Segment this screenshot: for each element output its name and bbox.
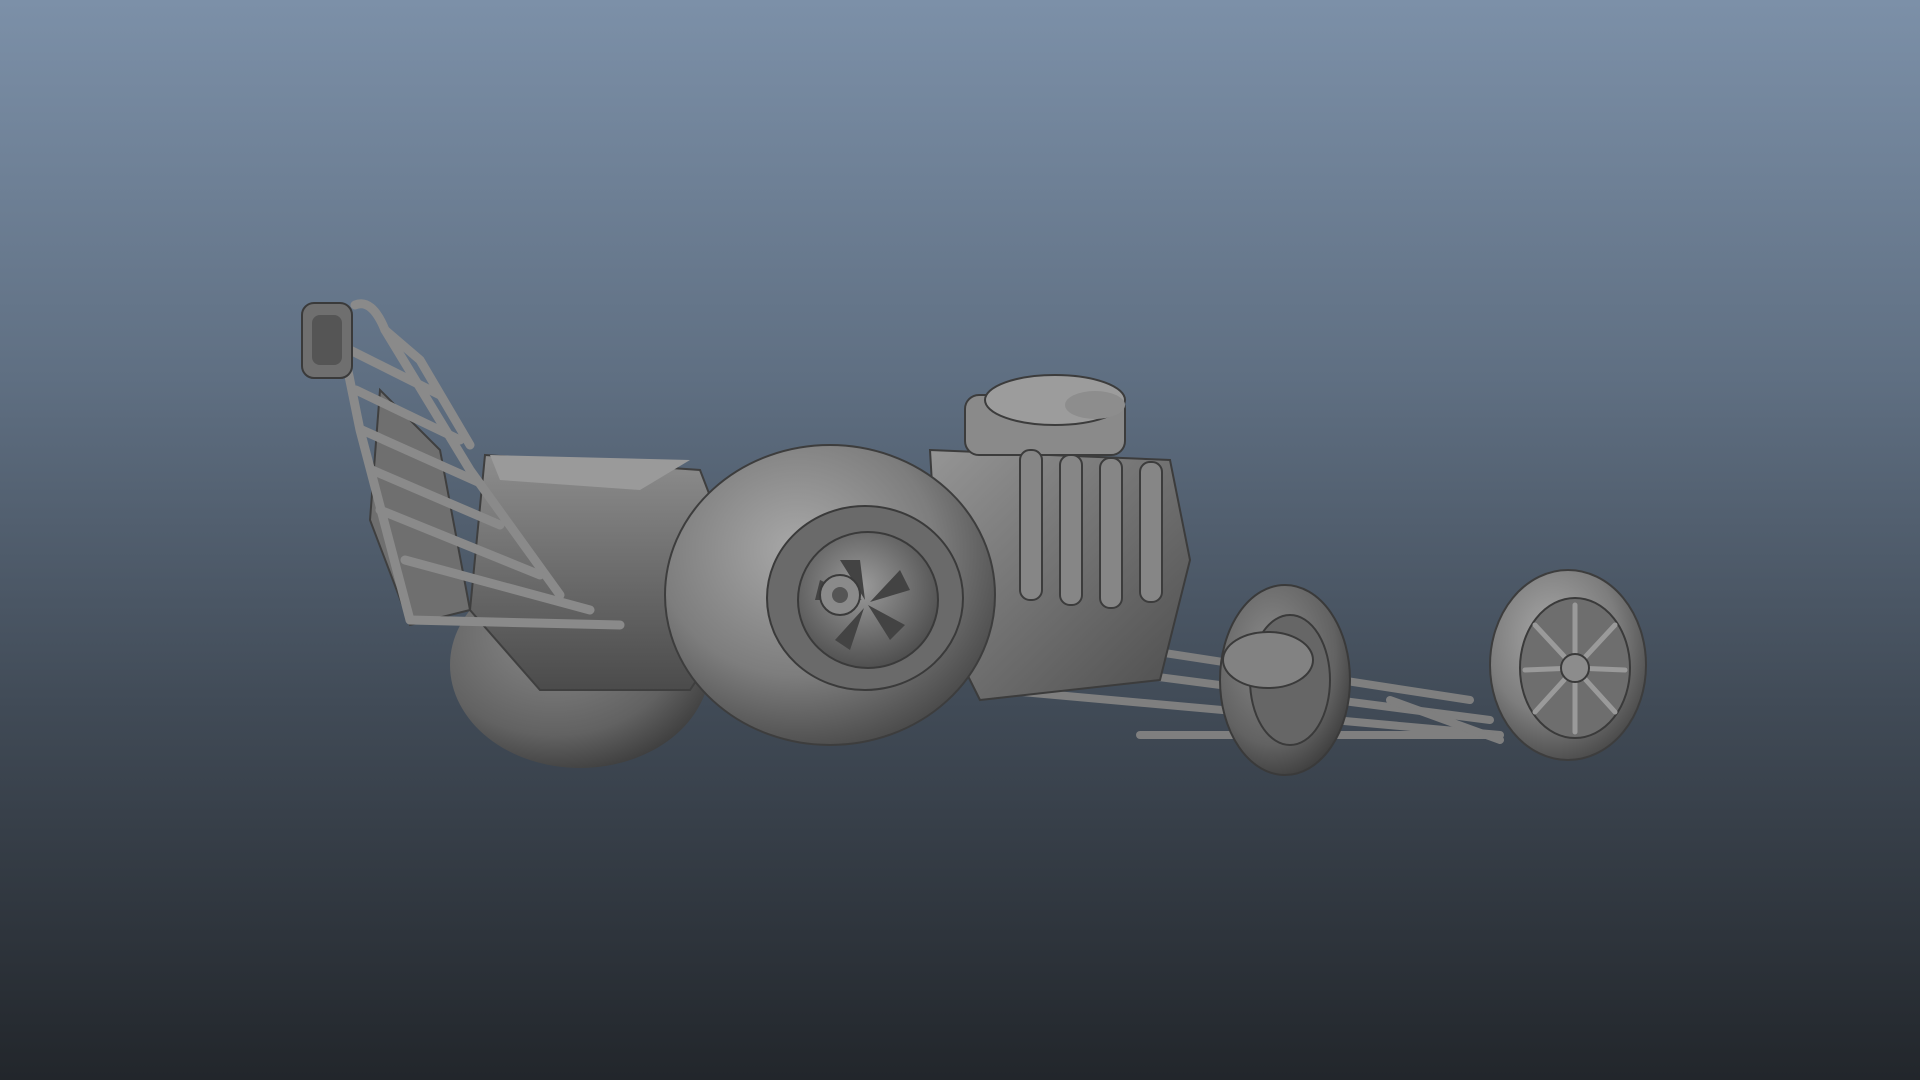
- 3d-viewport[interactable]: [0, 0, 1920, 1080]
- headrest: [301, 302, 353, 379]
- dragster-3d-model[interactable]: [0, 0, 1920, 1080]
- rear-right-tire: [664, 444, 996, 746]
- front-left-wheel: [1219, 584, 1351, 776]
- front-right-wheel: [1489, 569, 1647, 761]
